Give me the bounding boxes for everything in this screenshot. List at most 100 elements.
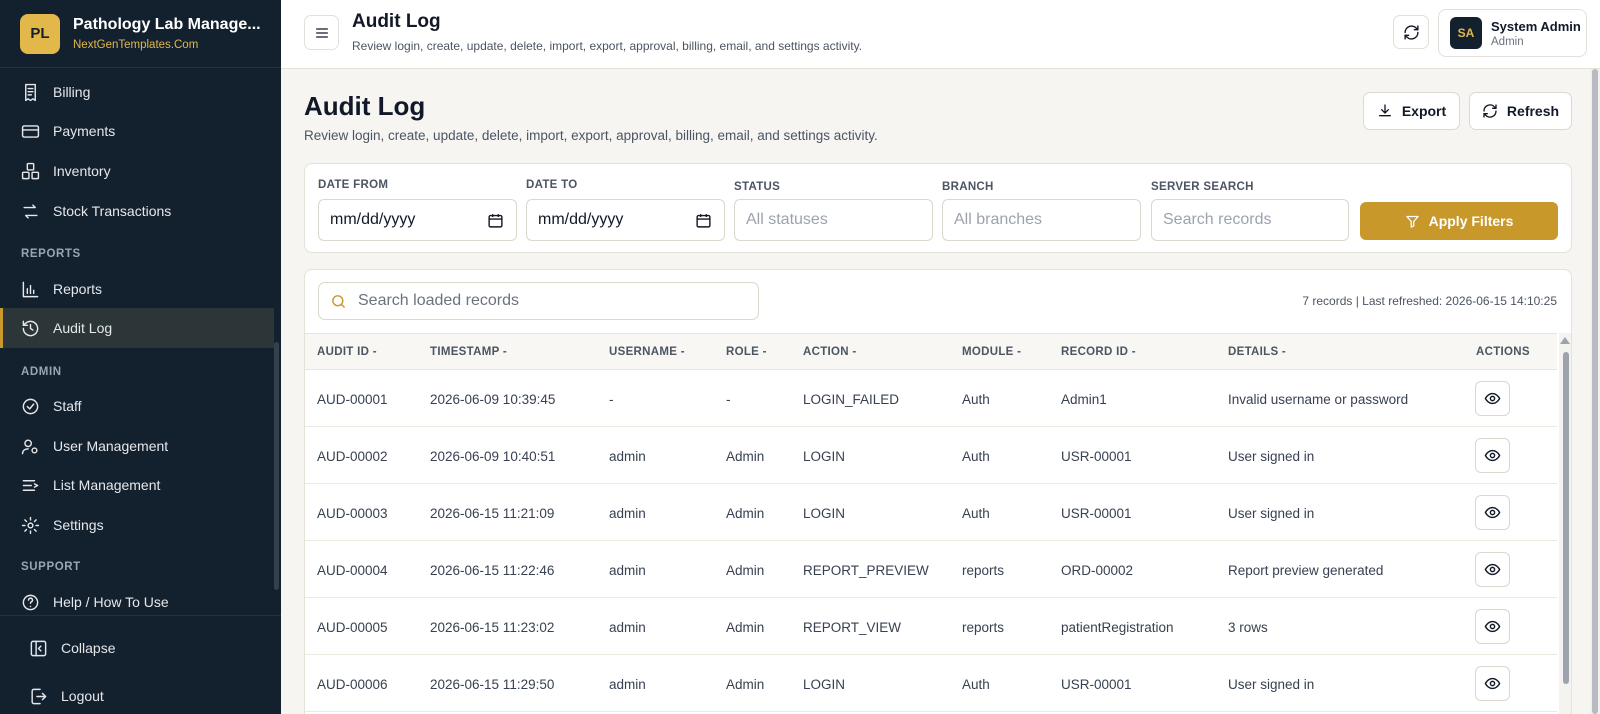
column-header-audit-id[interactable]: AUDIT ID - — [317, 346, 377, 358]
collapse-label: Collapse — [61, 640, 116, 656]
sidebar-item-inventory[interactable]: Inventory — [0, 151, 274, 191]
local-search-placeholder: Search loaded records — [358, 292, 519, 309]
column-header-record-id[interactable]: RECORD ID - — [1061, 346, 1136, 358]
branch-select[interactable]: All branches — [942, 199, 1141, 241]
eye-icon — [1484, 563, 1501, 576]
collapse-button[interactable]: Collapse — [0, 628, 274, 668]
cell-action: LOGIN — [803, 506, 846, 521]
cell-username: admin — [609, 620, 646, 635]
cell-timestamp: 2026-06-09 10:39:45 — [430, 392, 556, 407]
sidebar-item-label: Audit Log — [53, 320, 113, 336]
header-subtitle: Review login, create, update, delete, im… — [352, 39, 863, 53]
server-search-input[interactable]: Search records — [1151, 199, 1349, 241]
column-header-role[interactable]: ROLE - — [726, 346, 767, 358]
column-header-username[interactable]: USERNAME - — [609, 346, 685, 358]
column-header-timestamp[interactable]: TIMESTAMP - — [430, 346, 507, 358]
cell-username: admin — [609, 677, 646, 692]
avatar: SA — [1450, 17, 1482, 49]
cell-action: LOGIN — [803, 449, 846, 464]
view-button[interactable] — [1475, 609, 1510, 644]
download-icon — [1378, 104, 1391, 117]
hamburger-icon — [315, 27, 328, 38]
sidebar-item-staff[interactable]: Staff — [0, 386, 274, 426]
sidebar-scrollbar[interactable] — [274, 342, 279, 590]
export-label: Export — [1401, 103, 1447, 119]
filters-panel: DATE FROM mm/dd/yyyy DATE TO mm/dd/yyyy … — [304, 163, 1572, 253]
table-row[interactable]: AUD-00006 2026-06-15 11:29:50 admin Admi… — [305, 655, 1557, 712]
status-select[interactable]: All statuses — [734, 199, 933, 241]
refresh-icon — [1403, 24, 1419, 40]
sidebar-item-label: List Management — [53, 477, 161, 493]
local-search-input[interactable]: Search loaded records — [318, 282, 759, 320]
page-scroll-thumb[interactable] — [1592, 69, 1598, 714]
sidebar-item-billing[interactable]: Billing — [0, 72, 274, 112]
check-circle-icon — [22, 398, 39, 414]
cell-role: - — [726, 392, 731, 407]
column-header-action[interactable]: ACTION - — [803, 346, 857, 358]
sidebar-item-payments[interactable]: Payments — [0, 111, 274, 151]
apply-filters-label: Apply Filters — [1428, 213, 1514, 229]
menu-toggle-button[interactable] — [304, 15, 339, 50]
sidebar-item-stock-transactions[interactable]: Stock Transactions — [0, 191, 274, 231]
export-button[interactable]: Export — [1363, 92, 1460, 130]
header-title: Audit Log — [352, 11, 441, 32]
cell-record-id: USR-00001 — [1061, 449, 1132, 464]
cell-module: Auth — [962, 506, 990, 521]
sidebar-item-label: Billing — [53, 84, 91, 100]
table-row[interactable]: AUD-00003 2026-06-15 11:21:09 admin Admi… — [305, 484, 1557, 541]
cell-audit-id: AUD-00005 — [317, 620, 388, 635]
logout-button[interactable]: Logout — [0, 676, 274, 714]
view-button[interactable] — [1475, 438, 1510, 473]
sidebar-item-user-management[interactable]: User Management — [0, 426, 274, 466]
view-button[interactable] — [1475, 552, 1510, 587]
view-button[interactable] — [1475, 666, 1510, 701]
brand[interactable]: PL Pathology Lab Manage... NextGenTempla… — [0, 0, 281, 68]
sidebar-item-reports[interactable]: Reports — [0, 269, 274, 309]
cell-audit-id: AUD-00003 — [317, 506, 388, 521]
sidebar-item-settings[interactable]: Settings — [0, 505, 274, 545]
collapse-icon — [30, 640, 47, 656]
cell-audit-id: AUD-00001 — [317, 392, 388, 407]
scroll-up-arrow-icon[interactable] — [1560, 337, 1570, 344]
table-row[interactable]: AUD-00004 2026-06-15 11:22:46 admin Admi… — [305, 541, 1557, 598]
view-button[interactable] — [1475, 495, 1510, 530]
history-icon — [22, 320, 39, 336]
table-scroll-thumb[interactable] — [1563, 352, 1569, 684]
cell-role: Admin — [726, 449, 765, 464]
column-header-actions: ACTIONS — [1476, 346, 1530, 358]
table-row[interactable]: AUD-00002 2026-06-09 10:40:51 admin Admi… — [305, 427, 1557, 484]
header-refresh-button[interactable] — [1393, 15, 1429, 49]
cell-details: User signed in — [1228, 449, 1315, 464]
refresh-button[interactable]: Refresh — [1469, 92, 1572, 130]
sidebar-item-label: Settings — [53, 517, 104, 533]
boxes-icon — [21, 162, 40, 179]
cell-timestamp: 2026-06-15 11:22:46 — [430, 563, 555, 578]
cell-action: REPORT_PREVIEW — [803, 563, 929, 578]
table-row[interactable]: AUD-00001 2026-06-09 10:39:45 - - LOGIN_… — [305, 370, 1557, 427]
page-title: Audit Log — [304, 91, 426, 121]
date-to-field[interactable]: mm/dd/yyyy — [526, 199, 725, 241]
user-role: Admin — [1491, 35, 1524, 48]
table-row[interactable]: AUD-00005 2026-06-15 11:23:02 admin Admi… — [305, 598, 1557, 655]
sidebar-item-label: Help / How To Use — [53, 594, 169, 610]
section-support: SUPPORT — [21, 561, 81, 573]
search-icon — [332, 294, 345, 308]
brand-title: Pathology Lab Manage... — [73, 16, 261, 33]
cell-role: Admin — [726, 677, 765, 692]
receipt-icon — [25, 83, 36, 101]
cell-audit-id: AUD-00006 — [317, 677, 388, 692]
user-menu[interactable]: SA System Admin Admin — [1438, 9, 1587, 57]
date-from-field[interactable]: mm/dd/yyyy — [318, 199, 517, 241]
record-info: 7 records | Last refreshed: 2026-06-15 1… — [1302, 294, 1557, 308]
sidebar-item-label: Stock Transactions — [53, 203, 172, 219]
apply-filters-button[interactable]: Apply Filters — [1360, 202, 1558, 240]
sidebar-item-list-management[interactable]: List Management — [0, 465, 274, 505]
column-header-details[interactable]: DETAILS - — [1228, 346, 1286, 358]
help-circle-icon — [22, 594, 39, 610]
sidebar-item-audit-log[interactable]: Audit Log — [0, 308, 274, 348]
cell-username: - — [609, 392, 614, 407]
sidebar-item-label: Payments — [53, 123, 116, 139]
list-icon — [22, 479, 39, 491]
column-header-module[interactable]: MODULE - — [962, 346, 1021, 358]
view-button[interactable] — [1475, 381, 1510, 416]
